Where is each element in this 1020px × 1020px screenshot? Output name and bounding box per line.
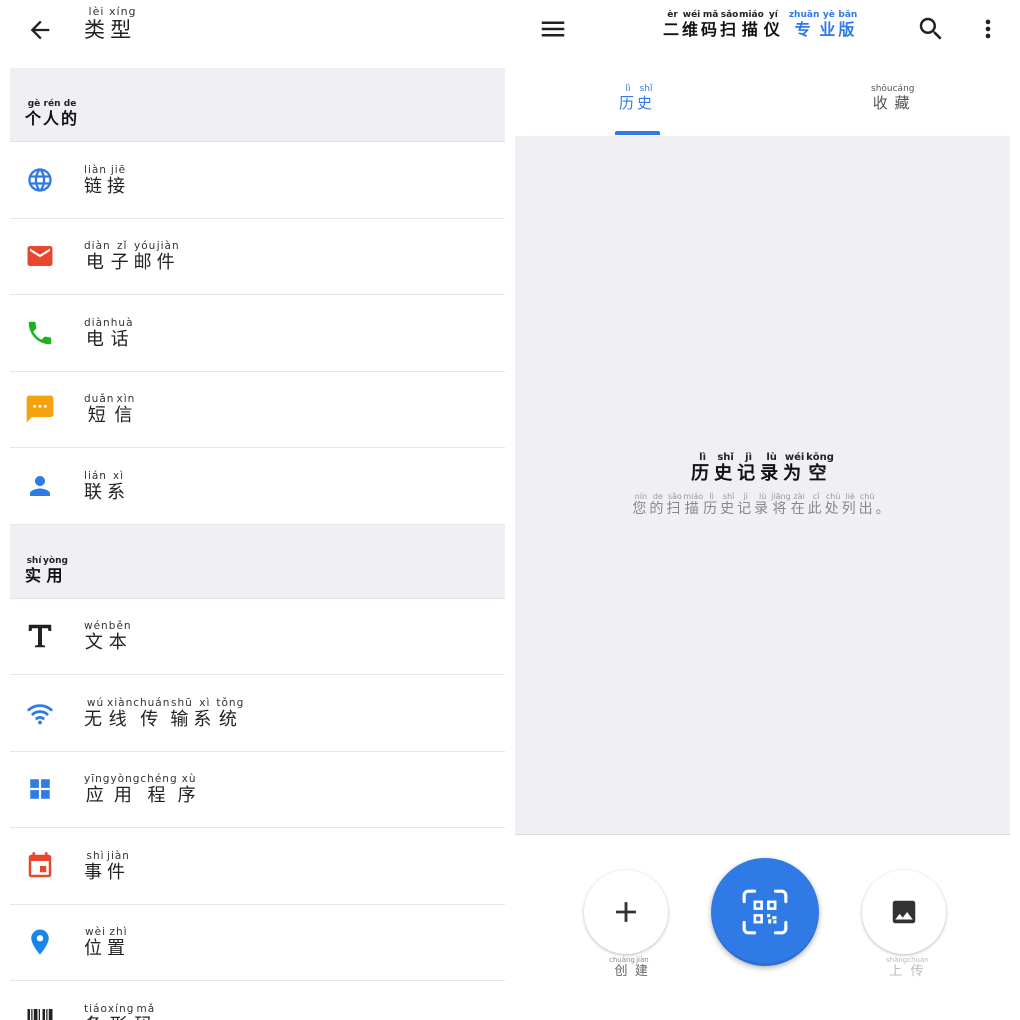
upload-image-button[interactable] [862, 870, 946, 954]
sms-icon [24, 393, 56, 425]
wifi-icon [24, 697, 56, 729]
type-item-sms[interactable]: 短duǎn信xìn [10, 371, 505, 448]
type-header: 类lèi型xíng [0, 0, 515, 68]
type-item-email[interactable]: 电diàn子zǐ邮yóu件jiàn [10, 218, 505, 295]
empty-state-subtitle: 您nín的de扫sǎo描miáo历lì史shǐ记jì录lù将jiāng在zài此… [632, 492, 893, 517]
create-button[interactable] [584, 870, 668, 954]
action-bar: 创chuàng建jiàn 上shàng传chuán [515, 836, 1020, 1020]
email-icon [24, 240, 56, 272]
more-options-button[interactable] [973, 10, 1003, 48]
type-item-barcode[interactable]: 条tiáo形xíng码mǎ [10, 981, 505, 1020]
arrow-back-icon [30, 20, 50, 40]
type-item-label: 位wèi置zhì [84, 926, 130, 960]
type-item-phone[interactable]: 电diàn话huà [10, 295, 505, 372]
type-item-label: 电diàn话huà [84, 316, 134, 350]
empty-state-title: 历lì史shǐ记jì录lù为wéi空kōng [691, 452, 834, 484]
app-title-main: 二èr维wéi码mǎ扫sǎo描miáo仪yí [663, 10, 783, 39]
barcode-icon [24, 1003, 56, 1020]
tab-favorites[interactable]: 收shōu藏cáng [871, 84, 915, 113]
type-panel: 类lèi型xíng 个gè人rén的de 链liàn接jiē 电diàn子zǐ邮… [0, 0, 515, 1020]
contact-icon [24, 470, 56, 502]
type-item-label: 短duǎn信xìn [84, 393, 138, 427]
tab-history[interactable]: 历lì史shǐ [619, 84, 655, 113]
app-title-pro: 专zhuān业yè版bǎn [788, 10, 858, 39]
type-item-label: 应yīng用yòng程chéng序xù [84, 773, 201, 807]
section-utility: 实shí用yòng [10, 524, 505, 599]
type-item-location[interactable]: 位wèi置zhì [10, 904, 505, 981]
menu-icon [541, 21, 565, 37]
type-item-label: 条tiáo形xíng码mǎ [84, 1002, 158, 1020]
image-icon [892, 900, 916, 924]
apps-icon [24, 773, 56, 805]
type-item-label: 文wén本běn [84, 620, 132, 654]
type-item-label: 无wú线xiàn传chuán输shū系xì统tǒng [84, 696, 245, 730]
type-item-label: 联lián系xì [84, 469, 130, 503]
qr-scan-icon [742, 889, 788, 935]
section-title: 实shí用yòng [25, 555, 68, 585]
app-title: 二èr维wéi码mǎ扫sǎo描miáo仪yí专zhuān业yè版bǎn [663, 10, 857, 40]
menu-button[interactable] [533, 10, 573, 48]
type-item-link[interactable]: 链liàn接jiē [10, 142, 505, 219]
upload-label: 上shàng传chuán [886, 956, 929, 979]
type-item-text[interactable]: 文wén本běn [10, 598, 505, 675]
phone-icon [24, 317, 56, 349]
scan-button[interactable] [711, 858, 819, 966]
type-item-apps[interactable]: 应yīng用yòng程chéng序xù [10, 751, 505, 828]
type-list: 个gè人rén的de 链liàn接jiē 电diàn子zǐ邮yóu件jiàn 电… [10, 68, 505, 1020]
search-icon [919, 17, 942, 40]
more-vert-icon [985, 19, 991, 39]
location-icon [24, 926, 56, 958]
type-item-label: 链liàn接jiē [84, 163, 130, 197]
page-title: 类lèi型xíng [84, 5, 137, 42]
globe-icon [24, 164, 56, 196]
type-item-contact[interactable]: 联lián系xì [10, 448, 505, 525]
scanner-panel: 二èr维wéi码mǎ扫sǎo描miáo仪yí专zhuān业yè版bǎn 历lì史… [515, 0, 1020, 1020]
type-item-wifi[interactable]: 无wú线xiàn传chuán输shū系xì统tǒng [10, 675, 505, 752]
type-item-label: 事shì件jiàn [84, 849, 130, 883]
type-item-label: 电diàn子zǐ邮yóu件jiàn [84, 240, 180, 274]
back-button[interactable] [22, 12, 58, 48]
calendar-icon [24, 850, 56, 882]
plus-icon [616, 902, 636, 922]
create-label: 创chuàng建jiàn [609, 956, 650, 979]
section-personal: 个gè人rén的de [10, 68, 505, 142]
app-bar: 二èr维wéi码mǎ扫sǎo描miáo仪yí专zhuān业yè版bǎn [515, 0, 1020, 68]
type-item-event[interactable]: 事shì件jiàn [10, 828, 505, 905]
search-button[interactable] [913, 10, 949, 48]
tab-bar: 历lì史shǐ 收shōu藏cáng [515, 68, 1010, 136]
tab-indicator [615, 131, 660, 135]
section-title: 个gè人rén的de [25, 99, 80, 128]
text-icon [24, 620, 56, 652]
history-list-area: 历lì史shǐ记jì录lù为wéi空kōng 您nín的de扫sǎo描miáo历… [515, 136, 1010, 835]
